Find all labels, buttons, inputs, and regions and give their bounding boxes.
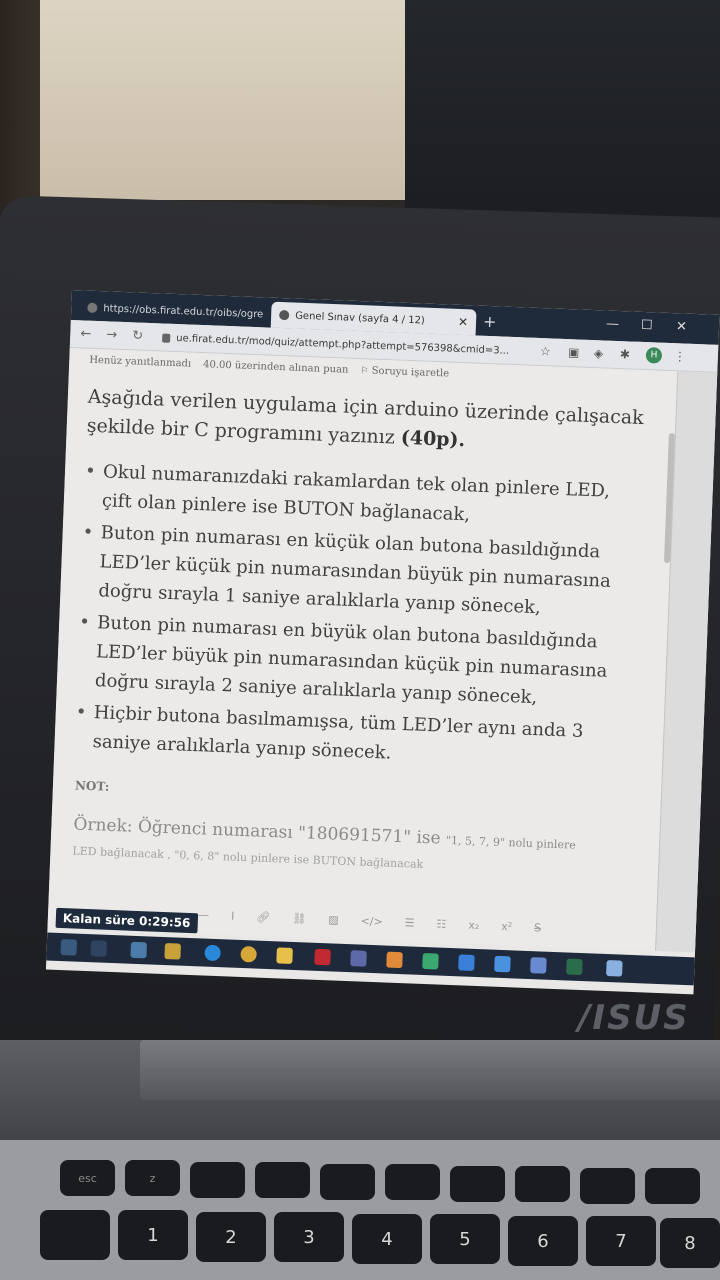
key-7[interactable]: 7 — [586, 1216, 656, 1266]
note-title: NOT: — [74, 778, 110, 794]
profile-avatar[interactable]: H — [645, 347, 663, 364]
ordered-list-icon[interactable]: ☷ — [436, 917, 446, 930]
key-8[interactable]: 8 — [660, 1218, 720, 1268]
minimize-icon[interactable]: — — [606, 317, 620, 332]
key-5[interactable]: 5 — [430, 1214, 500, 1264]
f3-key[interactable] — [255, 1162, 310, 1198]
menu-icon[interactable]: ⋮ — [674, 349, 687, 363]
f1-key[interactable]: z — [125, 1160, 180, 1196]
folder-icon[interactable] — [276, 947, 293, 964]
f8-key[interactable] — [580, 1168, 635, 1204]
shield-icon[interactable]: ◈ — [594, 346, 604, 360]
tab-label: Genel Sınav (sayfa 4 / 12) — [294, 310, 426, 327]
background-window-dark — [405, 0, 720, 230]
app-icon[interactable] — [422, 952, 439, 970]
image-icon[interactable]: ▨ — [328, 913, 339, 926]
edge-icon[interactable] — [204, 944, 221, 962]
chrome-icon[interactable] — [240, 945, 257, 963]
app-icon[interactable] — [386, 951, 403, 969]
background-wall-light — [40, 0, 410, 200]
close-icon[interactable]: ✕ — [458, 315, 469, 329]
backtick-key[interactable] — [40, 1210, 110, 1260]
example-text-2: LED bağlanacak , "0, 6, 8" nolu pinlere … — [72, 844, 424, 871]
f9-key[interactable] — [645, 1168, 700, 1204]
lock-icon — [162, 333, 171, 343]
requirements-list: Okul numaranızdaki rakamlardan tek olan … — [74, 457, 645, 780]
forward-icon[interactable]: → — [106, 327, 117, 342]
link-icon[interactable]: 🔗︎ — [256, 911, 270, 925]
app-icon[interactable] — [530, 957, 547, 974]
esc-key[interactable]: esc — [60, 1160, 115, 1196]
f2-key[interactable] — [190, 1162, 245, 1198]
quiz-page: Henüz yanıtlanmadı 40.00 üzerinden alına… — [46, 347, 718, 986]
start-icon[interactable] — [60, 939, 78, 956]
visual-studio-icon[interactable] — [350, 950, 367, 967]
puzzle-icon[interactable]: ✱ — [620, 347, 631, 361]
subscript-icon[interactable]: x₂ — [468, 919, 479, 932]
question-points: 40.00 üzerinden alınan puan — [202, 359, 349, 376]
reload-icon[interactable]: ↻ — [132, 328, 143, 343]
moodle-icon — [279, 309, 290, 321]
new-tab-button[interactable]: + — [483, 312, 497, 332]
laptop-screen: https://obs.firat.edu.tr/oibs/ogre ✕ Gen… — [45, 290, 720, 995]
keyboard: esc z 1 2 3 4 5 6 7 8 — [0, 1140, 720, 1280]
unlink-icon[interactable]: ⛓︎ — [292, 912, 306, 926]
maximize-icon[interactable]: ☐ — [641, 318, 653, 333]
globe-icon — [87, 302, 98, 313]
remaining-time-badge: Kalan süre 0:29:56 — [55, 907, 198, 934]
italic-icon[interactable]: I — [231, 910, 235, 923]
mail-icon[interactable] — [130, 941, 148, 959]
unordered-list-icon[interactable]: ☰ — [404, 916, 414, 929]
key-3[interactable]: 3 — [274, 1212, 344, 1262]
question-text: Aşağıda verilen uygulama için arduino üz… — [86, 383, 648, 462]
address-text: ue.firat.edu.tr/mod/quiz/attempt.php?att… — [176, 332, 510, 357]
superscript-icon[interactable]: x² — [501, 920, 512, 933]
key-1[interactable]: 1 — [118, 1210, 188, 1260]
app-icon[interactable] — [458, 954, 475, 971]
key-2[interactable]: 2 — [196, 1212, 266, 1262]
list-item: Buton pin numarası en küçük olan butona … — [80, 518, 643, 626]
question-points-label: (40p). — [400, 426, 466, 452]
f7-key[interactable] — [515, 1166, 570, 1202]
laptop-brand-logo: /ISUS — [578, 998, 690, 1038]
flag-icon: ⚐ — [360, 366, 369, 377]
hr-icon[interactable]: — — [198, 908, 209, 921]
code-icon[interactable]: </> — [360, 915, 383, 929]
flag-question-link[interactable]: ⚐ Soruyu işaretle — [360, 365, 449, 380]
app-icon[interactable] — [494, 955, 511, 973]
back-icon[interactable]: ← — [80, 326, 91, 341]
store-icon[interactable] — [164, 943, 181, 960]
editor-toolbar: — I 🔗︎ ⛓︎ ▨ </> ☰ ☷ x₂ x² S̶ — [198, 908, 542, 934]
list-item: Buton pin numarası en büyük olan butona … — [76, 608, 639, 716]
f6-key[interactable] — [450, 1166, 505, 1202]
app-icon[interactable] — [566, 958, 583, 976]
f4-key[interactable] — [320, 1164, 375, 1200]
extension-icon[interactable]: ▣ — [568, 345, 580, 359]
app-icon[interactable] — [606, 960, 623, 977]
key-6[interactable]: 6 — [508, 1216, 578, 1266]
f5-key[interactable] — [385, 1164, 440, 1200]
task-view-icon[interactable] — [90, 940, 108, 957]
strikethrough-icon[interactable]: S̶ — [534, 921, 541, 934]
netflix-icon[interactable] — [314, 948, 331, 966]
close-window-icon[interactable]: ✕ — [676, 319, 687, 334]
star-icon[interactable]: ☆ — [540, 344, 551, 358]
laptop-hinge — [140, 1040, 720, 1100]
key-4[interactable]: 4 — [352, 1214, 422, 1264]
tab-label: https://obs.firat.edu.tr/oibs/ogre — [103, 302, 264, 320]
question-status: Henüz yanıtlanmadı — [89, 354, 192, 370]
